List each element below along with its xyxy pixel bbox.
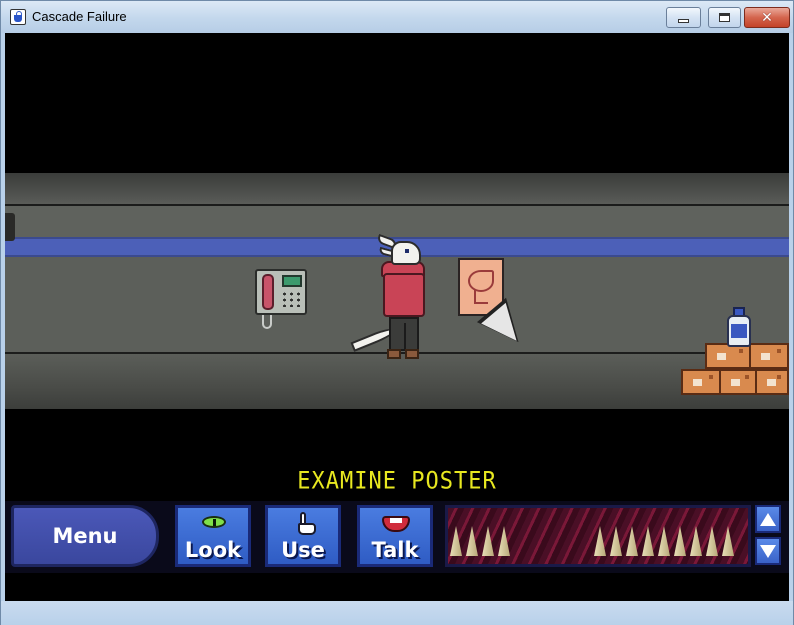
phone-handset-icon	[262, 274, 274, 310]
wall-upper	[5, 206, 789, 237]
look-button[interactable]: Look	[175, 505, 251, 567]
close-icon: ✕	[761, 9, 773, 26]
menu-button[interactable]: Menu	[11, 505, 159, 567]
offscreen-object[interactable]	[5, 213, 15, 241]
window-bottom-frame	[1, 601, 793, 625]
inventory-scroll-down-button[interactable]	[755, 537, 781, 565]
phone-cord	[262, 315, 272, 329]
player-character[interactable]	[345, 233, 435, 365]
game-viewport[interactable]: EXAMINE POSTER Menu Look Use Talk	[5, 33, 789, 601]
talk-button[interactable]: Talk	[357, 505, 433, 567]
character-eye	[405, 249, 409, 253]
minimize-button[interactable]	[666, 7, 701, 28]
window-title: Cascade Failure	[32, 9, 127, 24]
character-head	[391, 241, 421, 265]
crate[interactable]	[681, 369, 721, 395]
hand-icon	[294, 512, 316, 536]
character-legs	[389, 317, 419, 351]
inventory-panel[interactable]	[445, 505, 751, 567]
character-hoodie	[383, 273, 425, 317]
app-icon[interactable]	[10, 9, 26, 25]
look-label: Look	[184, 538, 242, 562]
crate[interactable]	[719, 369, 757, 395]
character-boot	[387, 349, 401, 359]
poster-art	[468, 270, 494, 292]
bottle-label	[731, 324, 747, 338]
game-window: Cascade Failure ✕ EXAMINE POSTER Menu Lo…	[0, 0, 794, 625]
talk-label: Talk	[371, 538, 419, 562]
scroll-up-icon	[760, 512, 776, 526]
action-bar: Menu Look Use Talk	[5, 501, 789, 573]
payphone[interactable]	[255, 269, 307, 315]
character-boot	[405, 349, 419, 359]
ceiling	[5, 173, 789, 204]
minimize-icon	[678, 18, 689, 23]
close-button[interactable]: ✕	[744, 7, 790, 28]
use-button[interactable]: Use	[265, 505, 341, 567]
game-scene[interactable]	[5, 173, 789, 409]
inventory-scroll-up-button[interactable]	[755, 505, 781, 533]
action-status-text: EXAMINE POSTER	[297, 467, 497, 496]
maximize-icon	[719, 13, 730, 22]
mouth-icon	[382, 516, 410, 532]
poster-art	[474, 290, 488, 304]
maximize-button[interactable]	[708, 7, 741, 28]
scroll-down-icon	[760, 544, 776, 558]
title-bar[interactable]: Cascade Failure ✕	[1, 1, 793, 33]
phone-screen	[282, 275, 302, 287]
phone-keypad	[281, 291, 303, 307]
use-label: Use	[281, 538, 325, 562]
inventory-teeth-art	[448, 522, 748, 556]
crate[interactable]	[749, 343, 789, 369]
eye-icon	[202, 516, 226, 528]
crate[interactable]	[755, 369, 789, 395]
